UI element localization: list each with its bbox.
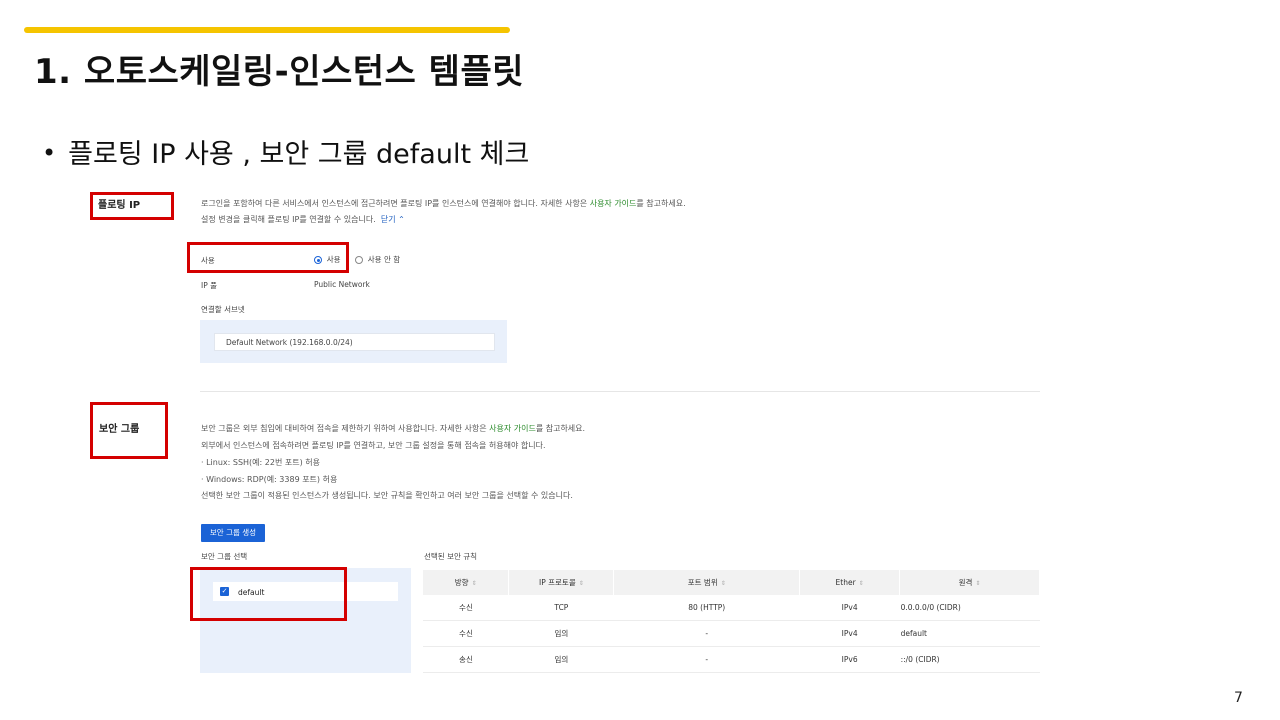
cell-protocol: 임의: [508, 646, 614, 673]
floating-ip-description-2: 설정 변경을 클릭해 플로팅 IP를 연결할 수 있습니다. 닫기 ⌃: [201, 214, 405, 225]
column-header[interactable]: IP 프로토콜 ⇕: [508, 570, 615, 595]
radio-use-label[interactable]: 사용: [327, 255, 341, 264]
cell-ether: IPv4: [799, 620, 900, 647]
table-row: 수신 임의 - IPv4 default: [423, 620, 1040, 647]
radio-no-use[interactable]: 사용 안 함: [355, 254, 400, 265]
slide-title: 1. 오토스케일링-인스턴스 템플릿: [34, 52, 524, 92]
use-label: 사용: [201, 256, 215, 265]
column-header[interactable]: 원격 ⇕: [899, 570, 1040, 595]
column-header[interactable]: 포트 범위 ⇕: [613, 570, 801, 595]
sg-desc1-prefix: 보안 그룹은 외부 침입에 대비하여 접속을 제한하기 위하여 사용합니다. 자…: [201, 424, 490, 433]
subnet-value[interactable]: Default Network (192.168.0.0/24): [226, 338, 353, 347]
chevron-up-icon[interactable]: ⌃: [398, 215, 405, 224]
bullet-dot: •: [42, 139, 57, 167]
close-link[interactable]: 닫기: [381, 215, 396, 224]
security-group-section-label: 보안 그룹: [99, 424, 140, 435]
bullet-point: • 플로팅 IP 사용 , 보안 그룹 default 체크: [42, 132, 529, 171]
create-security-group-button[interactable]: 보안 그룹 생성: [201, 524, 265, 542]
section-divider: [200, 391, 1040, 392]
security-group-description-4: · Windows: RDP(예: 3389 포트) 허용: [201, 475, 338, 484]
cell-protocol: 임의: [508, 620, 614, 647]
accent-bar: [24, 27, 510, 33]
security-group-select-label: 보안 그룹 선택: [201, 552, 248, 561]
security-rules-table: 방향 ⇕ IP 프로토콜 ⇕ 포트 범위 ⇕ Ether ⇕ 원격 ⇕ 수신 TCP 80…: [423, 570, 1040, 673]
table-row: 송신 임의 - IPv6 ::/0 (CIDR): [423, 646, 1040, 673]
column-header[interactable]: 방향 ⇕: [423, 570, 510, 595]
cell-direction: 송신: [423, 646, 509, 673]
cell-remote: 0.0.0.0/0 (CIDR): [899, 595, 1040, 621]
floating-ip-section-label: 플로팅 IP: [98, 200, 141, 211]
cell-protocol: TCP: [508, 595, 614, 621]
column-header[interactable]: Ether ⇕: [799, 570, 901, 595]
user-guide-link[interactable]: 사용자 가이드: [590, 199, 637, 208]
sort-icon: ⇕: [578, 580, 584, 587]
table-header-row: 방향 ⇕ IP 프로토콜 ⇕ 포트 범위 ⇕ Ether ⇕ 원격 ⇕: [423, 570, 1040, 595]
cell-remote: default: [899, 620, 1040, 647]
floating-ip-desc-suffix: 를 참고하세요.: [636, 199, 686, 208]
floating-ip-desc2: 설정 변경을 클릭해 플로팅 IP를 연결할 수 있습니다.: [201, 215, 376, 224]
sg-user-guide-link[interactable]: 사용자 가이드: [489, 424, 536, 433]
page-number: 7: [1234, 690, 1243, 706]
cell-port-range: 80 (HTTP): [613, 595, 800, 621]
sort-icon: ⇕: [975, 580, 981, 587]
ip-pool-value: Public Network: [314, 280, 370, 289]
sort-icon: ⇕: [471, 580, 477, 587]
sort-icon: ⇕: [720, 580, 726, 587]
floating-ip-description: 로그인을 포함하여 다른 서비스에서 인스턴스에 접근하려면 플로팅 IP를 인…: [201, 198, 686, 209]
floating-ip-desc-prefix: 로그인을 포함하여 다른 서비스에서 인스턴스에 접근하려면 플로팅 IP를 인…: [201, 199, 590, 208]
cell-direction: 수신: [423, 595, 509, 621]
table-row: 수신 TCP 80 (HTTP) IPv4 0.0.0.0/0 (CIDR): [423, 595, 1040, 621]
cell-port-range: -: [613, 620, 800, 647]
cell-ether: IPv4: [799, 595, 900, 621]
subnet-label: 연결할 서브넷: [201, 305, 245, 314]
bullet-text: 플로팅 IP 사용 , 보안 그룹 default 체크: [68, 139, 530, 170]
sort-icon: ⇕: [858, 580, 864, 587]
cell-direction: 수신: [423, 620, 509, 647]
cell-remote: ::/0 (CIDR): [899, 646, 1040, 673]
radio-no-use-label[interactable]: 사용 안 함: [368, 255, 400, 264]
security-group-description-3: · Linux: SSH(예: 22번 포트) 허용: [201, 458, 320, 467]
security-group-description-5: 선택한 보안 그룹이 적용된 인스턴스가 생성됩니다. 보안 규칙을 확인하고 …: [201, 491, 573, 500]
ip-pool-label: IP 풀: [201, 281, 218, 290]
radio-use[interactable]: 사용: [314, 254, 341, 265]
radio-no-use-icon[interactable]: [355, 256, 363, 264]
cell-port-range: -: [613, 646, 800, 673]
security-group-description-2: 외부에서 인스턴스에 접속하려면 플로팅 IP를 연결하고, 보안 그룹 설정을…: [201, 441, 546, 450]
sg-desc1-suffix: 를 참고하세요.: [535, 424, 586, 433]
cell-ether: IPv6: [799, 646, 900, 673]
default-checkbox-highlight: [190, 567, 347, 621]
selected-rules-label: 선택된 보안 규칙: [424, 552, 478, 561]
radio-use-icon[interactable]: [314, 256, 322, 264]
security-group-description-1: 보안 그룹은 외부 침입에 대비하여 접속을 제한하기 위하여 사용합니다. 자…: [201, 423, 585, 434]
